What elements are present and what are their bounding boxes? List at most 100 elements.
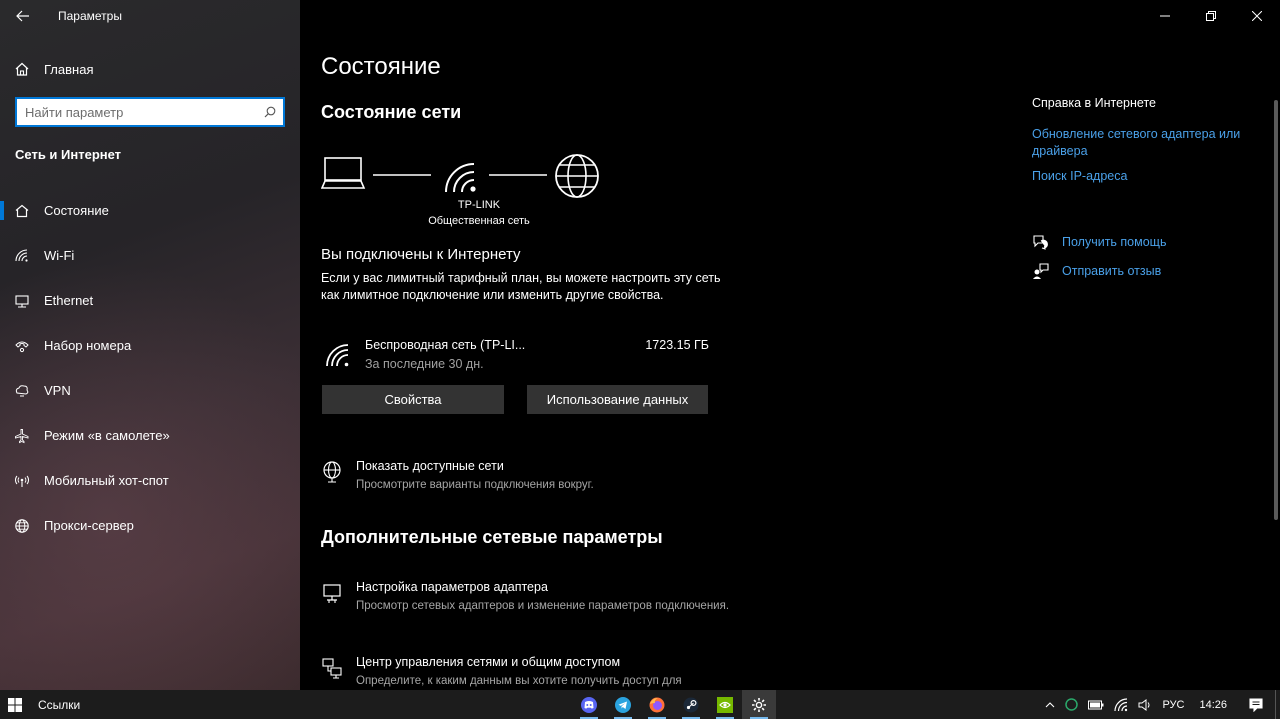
sidebar-item-label: Режим «в самолете» bbox=[44, 428, 170, 443]
network-center-desc: Определите, к каким данным вы хотите пол… bbox=[356, 675, 682, 687]
tray-app[interactable] bbox=[1060, 690, 1083, 719]
send-feedback-link[interactable]: Отправить отзыв bbox=[1032, 263, 1161, 279]
laptop-icon bbox=[321, 157, 366, 189]
section-title: Сеть и Интернет bbox=[15, 147, 122, 162]
network-center-title: Центр управления сетями и общим доступом bbox=[356, 655, 621, 669]
app-title: Параметры bbox=[58, 9, 122, 23]
adapter-settings-desc: Просмотр сетевых адаптеров и изменение п… bbox=[356, 600, 730, 612]
tray-volume[interactable] bbox=[1133, 690, 1157, 719]
main-content: Состояние Состояние сети TP-LINK Обществ… bbox=[300, 0, 1280, 690]
search-icon[interactable] bbox=[257, 106, 283, 118]
system-tray: РУС 14:26 bbox=[1040, 690, 1280, 719]
show-networks-desc: Просмотрите варианты подключения вокруг. bbox=[356, 479, 594, 491]
globe-icon bbox=[0, 518, 44, 534]
home-label: Главная bbox=[44, 61, 94, 77]
properties-button[interactable]: Свойства bbox=[322, 385, 504, 414]
windows-logo-icon bbox=[8, 697, 22, 712]
taskbar-nvidia[interactable] bbox=[708, 690, 742, 719]
taskbar-settings[interactable] bbox=[742, 690, 776, 719]
internet-globe-icon bbox=[555, 154, 599, 198]
close-button[interactable] bbox=[1234, 0, 1280, 32]
advanced-settings-heading: Дополнительные сетевые параметры bbox=[321, 527, 663, 547]
firefox-icon bbox=[649, 697, 665, 712]
minimize-button[interactable] bbox=[1142, 0, 1188, 32]
help-title: Справка в Интернете bbox=[1032, 96, 1156, 110]
back-button[interactable] bbox=[0, 0, 46, 32]
update-adapter-link[interactable]: Обновление сетевого адаптера или драйвер… bbox=[1032, 126, 1267, 160]
tray-language[interactable]: РУС bbox=[1157, 690, 1189, 719]
show-networks-icon bbox=[321, 461, 343, 488]
sidebar-item-label: Мобильный хот-спот bbox=[44, 473, 169, 488]
connected-title: Вы подключены к Интернету bbox=[321, 246, 521, 263]
speaker-icon bbox=[1138, 698, 1150, 711]
restore-icon bbox=[1206, 11, 1216, 21]
wifi-icon bbox=[0, 248, 44, 264]
sidebar-item-label: Wi-Fi bbox=[44, 248, 75, 263]
network-name: TP-LINK bbox=[457, 199, 501, 211]
sidebar-item-vpn[interactable]: VPN bbox=[0, 368, 300, 413]
restore-button[interactable] bbox=[1188, 0, 1234, 32]
page-title: Состояние bbox=[321, 53, 441, 80]
title-bar: Параметры bbox=[0, 0, 300, 32]
adapter-name: Беспроводная сеть (TP-LI... bbox=[365, 338, 526, 352]
show-networks-link[interactable]: Показать доступные сети Просмотрите вари… bbox=[321, 459, 741, 495]
sidebar-item-ethernet[interactable]: Ethernet bbox=[0, 278, 300, 323]
network-center-icon bbox=[321, 657, 343, 684]
sidebar-item-home[interactable]: Главная bbox=[0, 52, 300, 86]
taskbar-firefox[interactable] bbox=[640, 690, 674, 719]
search-box[interactable] bbox=[15, 97, 285, 127]
taskbar-steam[interactable] bbox=[674, 690, 708, 719]
action-center-button[interactable] bbox=[1237, 690, 1275, 719]
sidebar-item-wifi[interactable]: Wi-Fi bbox=[0, 233, 300, 278]
search-input[interactable] bbox=[17, 104, 257, 120]
help-panel: Справка в Интернете Обновление сетевого … bbox=[1032, 96, 1267, 185]
tray-app-icon bbox=[1065, 698, 1079, 711]
adapter-settings-title: Настройка параметров адаптера bbox=[356, 580, 548, 594]
network-center-link[interactable]: Центр управления сетями и общим доступом… bbox=[321, 655, 741, 689]
show-desktop-button[interactable] bbox=[1275, 690, 1280, 719]
close-icon bbox=[1252, 11, 1262, 21]
discord-icon bbox=[581, 696, 597, 713]
adapter-row: Беспроводная сеть (TP-LI... За последние… bbox=[321, 336, 709, 376]
telegram-icon bbox=[615, 696, 631, 713]
sidebar-item-airplane[interactable]: Режим «в самолете» bbox=[0, 413, 300, 458]
hotspot-icon bbox=[0, 473, 44, 489]
nvidia-icon bbox=[717, 696, 733, 713]
get-help-label: Получить помощь bbox=[1062, 235, 1167, 249]
sidebar-item-status[interactable]: Состояние bbox=[0, 188, 300, 233]
sidebar-item-label: Состояние bbox=[44, 203, 109, 218]
airplane-icon bbox=[0, 428, 44, 444]
scrollbar[interactable] bbox=[1274, 100, 1278, 520]
sidebar-item-proxy[interactable]: Прокси-сервер bbox=[0, 503, 300, 548]
network-type: Общественная сеть bbox=[428, 215, 530, 227]
adapter-usage: 1723.15 ГБ bbox=[645, 338, 709, 352]
taskbar-apps bbox=[572, 690, 776, 719]
minimize-icon bbox=[1160, 15, 1170, 17]
find-ip-link[interactable]: Поиск IP-адреса bbox=[1032, 168, 1267, 185]
chevron-up-icon bbox=[1046, 701, 1055, 707]
wifi-signal-icon bbox=[326, 344, 350, 373]
adapter-settings-link[interactable]: Настройка параметров адаптера Просмотр с… bbox=[321, 580, 741, 632]
sidebar-item-dialup[interactable]: Набор номера bbox=[0, 323, 300, 368]
home-status-icon bbox=[0, 203, 44, 219]
tray-network[interactable] bbox=[1109, 690, 1133, 719]
sidebar-item-hotspot[interactable]: Мобильный хот-спот bbox=[0, 458, 300, 503]
taskbar-telegram[interactable] bbox=[606, 690, 640, 719]
network-diagram: TP-LINK Общественная сеть bbox=[321, 150, 611, 240]
back-arrow-icon bbox=[16, 10, 29, 22]
get-help-link[interactable]: Получить помощь bbox=[1032, 234, 1166, 250]
tray-clock[interactable]: 14:26 bbox=[1189, 690, 1237, 719]
nav-list: Состояние Wi-Fi Ethernet Набор номера VP… bbox=[0, 188, 300, 548]
tray-battery[interactable] bbox=[1083, 690, 1109, 719]
sidebar-item-label: Набор номера bbox=[44, 338, 132, 353]
settings-icon bbox=[752, 697, 766, 712]
links-toolbar[interactable]: Ссылки bbox=[38, 698, 80, 712]
data-usage-button[interactable]: Использование данных bbox=[527, 385, 708, 414]
dialup-icon bbox=[0, 338, 44, 354]
vpn-icon bbox=[0, 383, 44, 399]
taskbar-discord[interactable] bbox=[572, 690, 606, 719]
tray-overflow[interactable] bbox=[1040, 690, 1060, 719]
start-button[interactable] bbox=[0, 690, 30, 719]
steam-icon bbox=[683, 697, 699, 712]
sidebar-item-label: Ethernet bbox=[44, 293, 94, 308]
